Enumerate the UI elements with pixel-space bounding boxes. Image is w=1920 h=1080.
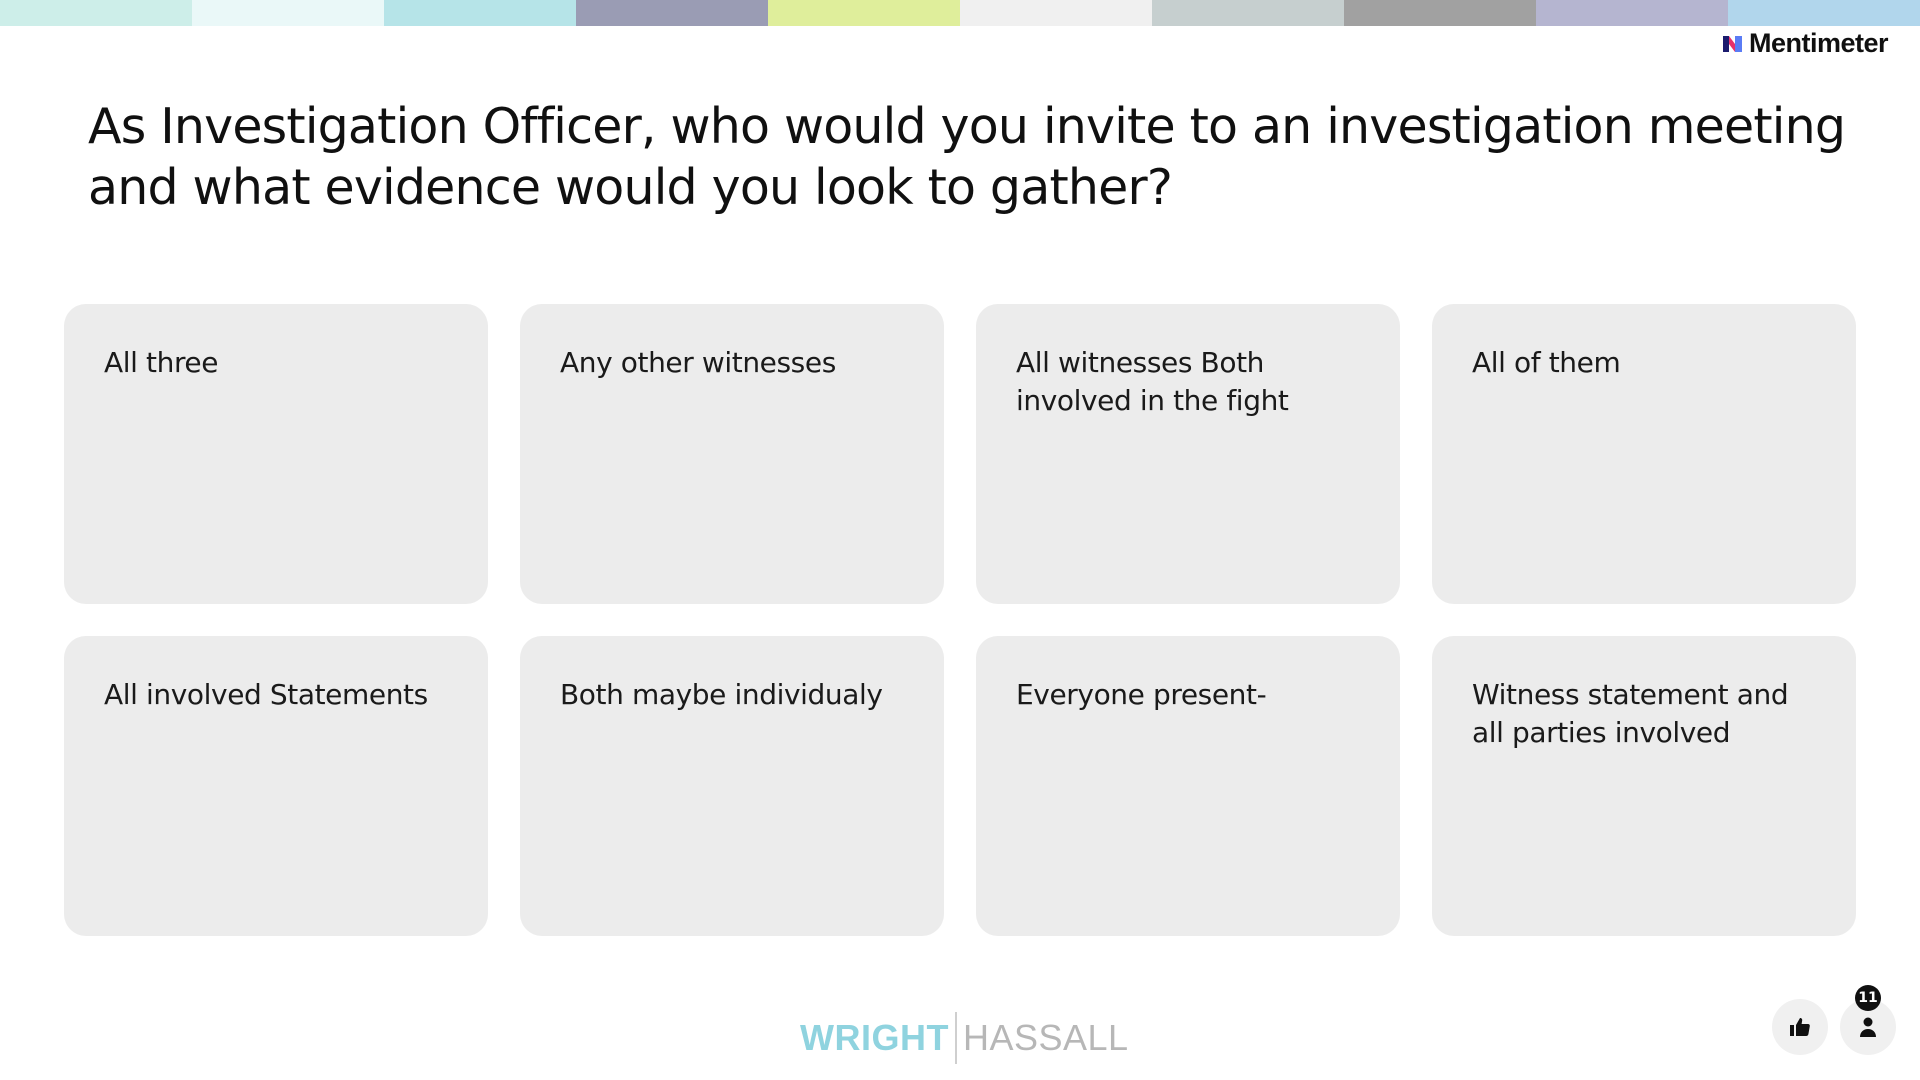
logo-text-left: WRIGHT	[800, 1017, 949, 1058]
response-card: Both maybe individualy	[520, 636, 944, 936]
response-card: All witnesses Both involved in the fight	[976, 304, 1400, 604]
response-text: All of them	[1472, 346, 1621, 379]
response-text: Both maybe individualy	[560, 678, 883, 711]
color-bar-segment	[960, 0, 1152, 26]
mentimeter-logo-icon	[1722, 35, 1742, 52]
question-title: As Investigation Officer, who would you …	[88, 98, 1846, 216]
wright-hassall-logo: WRIGHT HASSALL	[800, 1010, 1129, 1066]
top-color-bar	[0, 0, 1920, 26]
response-text: All witnesses Both involved in the fight	[1016, 346, 1289, 417]
response-text: Everyone present-	[1016, 678, 1267, 711]
response-card: All three	[64, 304, 488, 604]
presentation-slide: Mentimeter As Investigation Officer, who…	[0, 0, 1920, 1080]
logo-text-right: HASSALL	[962, 1017, 1129, 1058]
color-bar-segment	[1536, 0, 1728, 26]
person-icon	[1860, 1017, 1876, 1037]
response-card: All of them	[1432, 304, 1856, 604]
color-bar-segment	[1728, 0, 1920, 26]
response-card: Everyone present-	[976, 636, 1400, 936]
color-bar-segment	[1344, 0, 1536, 26]
logo-divider	[954, 1012, 957, 1064]
response-card: Witness statement and all parties involv…	[1432, 636, 1856, 936]
response-text: Witness statement and all parties involv…	[1472, 678, 1789, 749]
response-text: Any other witnesses	[560, 346, 836, 379]
brand-name: Mentimeter	[1748, 28, 1889, 58]
response-text: All three	[104, 346, 219, 379]
color-bar-segment	[768, 0, 960, 26]
color-bar-segment	[192, 0, 384, 26]
color-bar-segment	[1152, 0, 1344, 26]
like-button[interactable]	[1772, 999, 1828, 1055]
mentimeter-brand: Mentimeter	[1722, 28, 1889, 59]
thumbs-up-icon	[1790, 1018, 1810, 1036]
responses-grid: All three Any other witnesses All witnesse…	[64, 304, 1857, 936]
response-card: Any other witnesses	[520, 304, 944, 604]
participant-count-badge: 11	[1855, 985, 1881, 1011]
response-text: All involved Statements	[104, 678, 428, 711]
color-bar-segment	[576, 0, 768, 26]
color-bar-segment	[0, 0, 192, 26]
color-bar-segment	[384, 0, 576, 26]
response-card: All involved Statements	[64, 636, 488, 936]
